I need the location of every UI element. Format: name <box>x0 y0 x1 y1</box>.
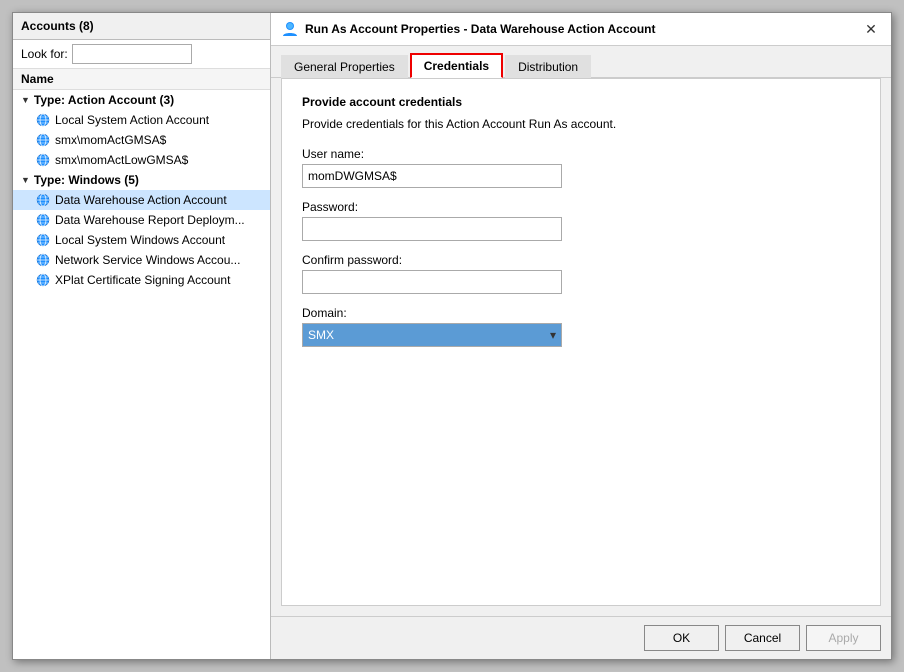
domain-select-wrapper: SMX <box>302 323 562 347</box>
tab-general[interactable]: General Properties <box>281 55 408 78</box>
item-label: XPlat Certificate Signing Account <box>55 273 230 287</box>
list-item[interactable]: Local System Windows Account <box>13 230 270 250</box>
globe-icon <box>35 112 51 128</box>
globe-icon <box>35 252 51 268</box>
item-label: smx\momActLowGMSA$ <box>55 153 188 167</box>
globe-icon <box>35 132 51 148</box>
accounts-header: Accounts (8) <box>13 13 270 40</box>
globe-icon <box>35 192 51 208</box>
group-action-account: ▼ Type: Action Account (3) <box>13 90 270 110</box>
look-for-label: Look for: <box>21 47 68 61</box>
tabs-row: General Properties Credentials Distribut… <box>271 46 891 78</box>
globe-icon <box>35 212 51 228</box>
left-panel: Accounts (8) Look for: Name ▼ Type: Acti… <box>13 13 271 659</box>
password-group: Password: <box>302 200 860 241</box>
password-label: Password: <box>302 200 860 214</box>
dialog-panel: Run As Account Properties - Data Warehou… <box>271 13 891 659</box>
dialog-buttons: OK Cancel Apply <box>271 616 891 659</box>
look-for-input[interactable] <box>72 44 192 64</box>
globe-icon <box>35 232 51 248</box>
confirm-password-input[interactable] <box>302 270 562 294</box>
domain-select[interactable]: SMX <box>302 323 562 347</box>
domain-group: Domain: SMX <box>302 306 860 347</box>
dialog-titlebar: Run As Account Properties - Data Warehou… <box>271 13 891 46</box>
username-label-text: User name: <box>302 147 364 161</box>
globe-icon <box>35 152 51 168</box>
triangle-icon: ▼ <box>21 175 30 185</box>
dialog-content: Provide account credentials Provide cred… <box>281 78 881 606</box>
confirm-password-group: Confirm password: <box>302 253 860 294</box>
tab-distribution[interactable]: Distribution <box>505 55 591 78</box>
list-item[interactable]: Data Warehouse Report Deploym... <box>13 210 270 230</box>
item-label: Local System Windows Account <box>55 233 225 247</box>
password-input[interactable] <box>302 217 562 241</box>
item-label: Network Service Windows Accou... <box>55 253 240 267</box>
confirm-password-label: Confirm password: <box>302 253 860 267</box>
username-label: User name: <box>302 147 860 161</box>
list-item[interactable]: Data Warehouse Action Account <box>13 190 270 210</box>
section-description: Provide credentials for this Action Acco… <box>302 117 860 131</box>
item-label: smx\momActGMSA$ <box>55 133 166 147</box>
list-item[interactable]: smx\momActLowGMSA$ <box>13 150 270 170</box>
cancel-button[interactable]: Cancel <box>725 625 800 651</box>
tab-credentials[interactable]: Credentials <box>410 53 503 78</box>
list-item[interactable]: Network Service Windows Accou... <box>13 250 270 270</box>
close-button[interactable]: ✕ <box>861 19 881 39</box>
triangle-icon: ▼ <box>21 95 30 105</box>
name-column-header: Name <box>13 69 270 90</box>
domain-label: Domain: <box>302 306 860 320</box>
username-group: User name: <box>302 147 860 188</box>
item-label: Local System Action Account <box>55 113 209 127</box>
accounts-tree: ▼ Type: Action Account (3) Local System … <box>13 90 270 659</box>
apply-button[interactable]: Apply <box>806 625 881 651</box>
item-label: Data Warehouse Report Deploym... <box>55 213 245 227</box>
account-icon <box>281 20 299 38</box>
item-label: Data Warehouse Action Account <box>55 193 227 207</box>
look-for-row: Look for: <box>13 40 270 69</box>
section-title: Provide account credentials <box>302 95 860 109</box>
list-item[interactable]: smx\momActGMSA$ <box>13 130 270 150</box>
ok-button[interactable]: OK <box>644 625 719 651</box>
dialog-title-text: Run As Account Properties - Data Warehou… <box>305 22 655 36</box>
dialog-title-left: Run As Account Properties - Data Warehou… <box>281 20 655 38</box>
username-input[interactable] <box>302 164 562 188</box>
group-windows: ▼ Type: Windows (5) <box>13 170 270 190</box>
list-item[interactable]: XPlat Certificate Signing Account <box>13 270 270 290</box>
globe-icon <box>35 272 51 288</box>
list-item[interactable]: Local System Action Account <box>13 110 270 130</box>
